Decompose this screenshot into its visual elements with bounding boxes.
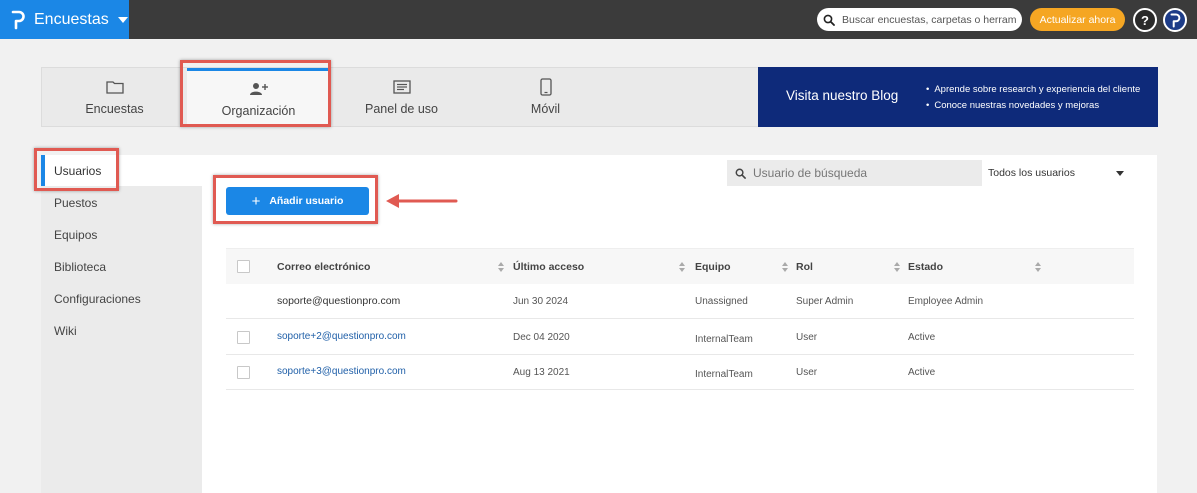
user-team: Unassigned xyxy=(695,296,748,307)
user-email-link[interactable]: soporte+2@questionpro.com xyxy=(277,331,406,342)
sidebar-item-label: Usuarios xyxy=(54,164,102,178)
tab-encuestas[interactable]: Encuestas xyxy=(42,68,187,126)
chevron-down-icon xyxy=(117,16,128,23)
user-add-icon xyxy=(249,80,269,98)
plus-icon: + xyxy=(251,192,261,210)
tab-label: Encuestas xyxy=(85,102,144,116)
table-header: Correo electrónico Último acceso Equipo … xyxy=(226,248,1134,284)
user-status: Active xyxy=(908,367,936,378)
user-search-input[interactable] xyxy=(753,166,973,180)
product-switcher[interactable]: Encuestas xyxy=(0,0,129,39)
global-search[interactable] xyxy=(817,8,1022,31)
tab-label: Panel de uso xyxy=(365,102,438,116)
column-header-email[interactable]: Correo electrónico xyxy=(277,261,370,273)
blog-bullets: Aprende sobre research y experiencia del… xyxy=(926,82,1140,114)
sort-icon[interactable] xyxy=(893,261,901,273)
questionpro-logo-icon xyxy=(11,10,25,29)
active-indicator xyxy=(41,155,45,186)
user-status: Active xyxy=(908,332,936,343)
tab-organizacion[interactable]: Organización xyxy=(187,68,330,126)
add-user-button[interactable]: + Añadir usuario xyxy=(226,187,369,215)
tab-label: Móvil xyxy=(530,102,561,116)
tab-movil[interactable]: Móvil xyxy=(473,68,618,126)
table-row: soporte@questionpro.com Jun 30 2024 Unas… xyxy=(226,284,1134,319)
row-checkbox[interactable] xyxy=(237,331,250,344)
chevron-down-icon xyxy=(1116,171,1124,176)
column-header-role[interactable]: Rol xyxy=(796,261,813,273)
user-search[interactable] xyxy=(727,160,982,186)
user-email: soporte@questionpro.com xyxy=(277,295,401,307)
folder-icon xyxy=(105,78,124,96)
user-email-link[interactable]: soporte+3@questionpro.com xyxy=(277,366,406,377)
user-team: InternalTeam xyxy=(695,369,753,380)
sidebar-item-biblioteca[interactable]: Biblioteca xyxy=(54,260,106,274)
user-filter-value: Todos los usuarios xyxy=(988,167,1075,179)
blog-title: Visita nuestro Blog xyxy=(786,88,899,103)
column-header-last-access[interactable]: Último acceso xyxy=(513,261,584,273)
sort-icon[interactable] xyxy=(1034,261,1042,273)
upgrade-now-button[interactable]: Actualizar ahora xyxy=(1030,8,1125,31)
add-user-label: Añadir usuario xyxy=(269,195,344,207)
top-bar: Encuestas Actualizar ahora ? xyxy=(0,0,1197,39)
sidebar: Puestos Equipos Biblioteca Configuracion… xyxy=(41,155,202,493)
mobile-icon xyxy=(539,78,552,96)
sidebar-item-equipos[interactable]: Equipos xyxy=(54,228,97,242)
user-last-access: Dec 04 2020 xyxy=(513,332,570,343)
user-last-access: Aug 13 2021 xyxy=(513,367,570,378)
dashboard-icon xyxy=(392,78,411,96)
user-filter-select[interactable]: Todos los usuarios xyxy=(982,160,1130,186)
annotation-arrow-icon xyxy=(386,194,458,208)
tab-panel-de-uso[interactable]: Panel de uso xyxy=(330,68,473,126)
user-role: User xyxy=(796,332,818,343)
select-all-checkbox[interactable] xyxy=(237,260,250,273)
sidebar-item-puestos[interactable]: Puestos xyxy=(54,196,97,210)
sort-icon[interactable] xyxy=(497,261,505,273)
column-header-team[interactable]: Equipo xyxy=(695,261,731,273)
table-row: soporte+3@questionpro.com Aug 13 2021 In… xyxy=(226,355,1134,390)
global-search-input[interactable] xyxy=(842,13,1017,26)
search-icon xyxy=(735,168,746,179)
product-name: Encuestas xyxy=(34,10,109,28)
user-team: InternalTeam xyxy=(695,334,753,345)
help-icon[interactable]: ? xyxy=(1133,8,1157,32)
table-row: soporte+2@questionpro.com Dec 04 2020 In… xyxy=(226,320,1134,355)
sidebar-item-configuraciones[interactable]: Configuraciones xyxy=(54,292,141,306)
questionpro-avatar-icon xyxy=(1170,13,1180,27)
sort-icon[interactable] xyxy=(678,261,686,273)
tab-label: Organización xyxy=(221,103,296,118)
section-tabs: Encuestas Organización Panel de uso Móvi… xyxy=(41,67,758,127)
sidebar-item-usuarios[interactable]: Usuarios xyxy=(41,155,202,186)
user-role: Super Admin xyxy=(796,296,854,307)
blog-bullet: Conoce nuestras novedades y mejoras xyxy=(926,98,1140,114)
sort-icon[interactable] xyxy=(781,261,789,273)
blog-banner[interactable]: Visita nuestro Blog Aprende sobre resear… xyxy=(758,67,1158,127)
account-avatar[interactable] xyxy=(1163,8,1187,32)
user-role: User xyxy=(796,367,818,378)
sidebar-item-wiki[interactable]: Wiki xyxy=(54,324,77,338)
user-status: Employee Admin xyxy=(908,296,984,307)
row-checkbox[interactable] xyxy=(237,366,250,379)
column-header-status[interactable]: Estado xyxy=(908,261,943,273)
search-icon xyxy=(823,14,835,26)
blog-bullet: Aprende sobre research y experiencia del… xyxy=(926,82,1140,98)
user-last-access: Jun 30 2024 xyxy=(513,296,569,307)
